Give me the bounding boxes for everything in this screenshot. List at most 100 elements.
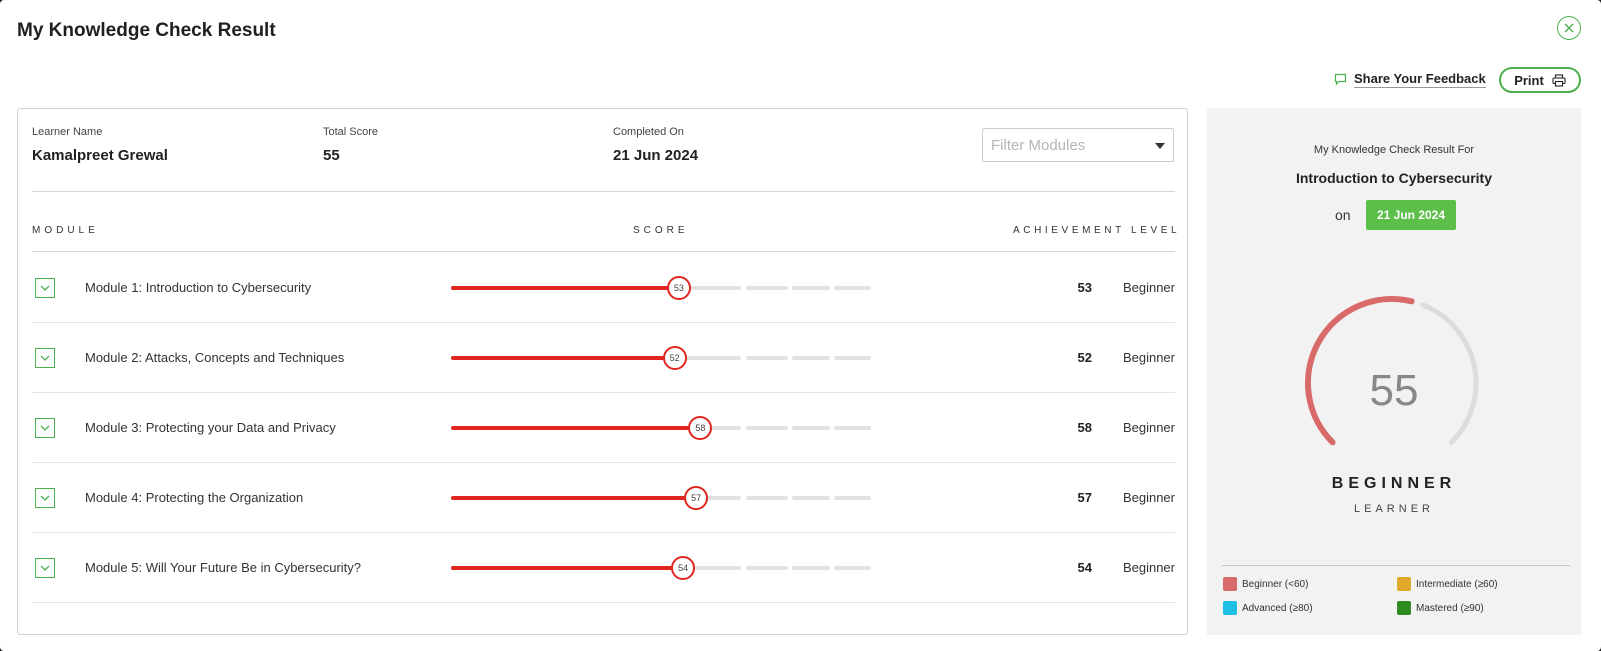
legend-swatch	[1223, 601, 1237, 615]
legend-swatch	[1397, 601, 1411, 615]
total-score-label: Total Score	[323, 126, 379, 138]
score-fill	[451, 496, 697, 500]
module-name: Module 1: Introduction to Cybersecurity	[85, 280, 312, 295]
result-dialog: My Knowledge Check Result Share Your Fee…	[0, 0, 1601, 651]
bar-segment	[792, 496, 830, 500]
divider	[32, 191, 1175, 192]
expand-button[interactable]	[35, 278, 55, 298]
score-knob: 54	[671, 556, 696, 580]
bar-segment	[834, 426, 871, 430]
score-knob: 58	[688, 416, 713, 440]
score-bar: 57	[451, 486, 881, 510]
score-bar: 58	[451, 416, 881, 440]
legend-label: Intermediate (≥60)	[1416, 578, 1498, 590]
result-caption: My Knowledge Check Result For	[1313, 144, 1475, 156]
column-header-module: MODULE	[32, 225, 99, 236]
bar-segment	[746, 426, 788, 430]
result-course-title: Introduction to Cybersecurity	[1295, 170, 1493, 186]
caret-down-icon	[1155, 143, 1165, 149]
module-name: Module 4: Protecting the Organization	[85, 490, 304, 505]
bar-segment	[792, 286, 830, 290]
module-name: Module 3: Protecting your Data and Priva…	[85, 420, 336, 435]
chevron-down-icon	[40, 565, 50, 571]
legend-item-mastered: Mastered (≥90)	[1397, 601, 1484, 615]
module-name: Module 2: Attacks, Concepts and Techniqu…	[85, 350, 345, 365]
result-date-badge: 21 Jun 2024	[1366, 200, 1456, 230]
score-fill	[451, 566, 684, 570]
module-level: Beginner	[1122, 560, 1175, 575]
achievement-level: BEGINNER	[1331, 475, 1457, 492]
module-name: Module 5: Will Your Future Be in Cyberse…	[85, 560, 362, 575]
filter-placeholder: Filter Modules	[991, 136, 1086, 154]
completed-on-label: Completed On	[613, 126, 684, 138]
bar-segment	[746, 356, 788, 360]
legend-swatch	[1223, 577, 1237, 591]
module-score: 52	[1077, 350, 1092, 365]
total-score-value: 55	[323, 147, 340, 164]
expand-button[interactable]	[35, 418, 55, 438]
module-score: 54	[1077, 560, 1092, 575]
bar-segment	[834, 566, 871, 570]
module-level: Beginner	[1122, 420, 1175, 435]
chevron-down-icon	[40, 355, 50, 361]
bar-segment	[834, 496, 871, 500]
bar-segment	[834, 286, 871, 290]
expand-button[interactable]	[35, 488, 55, 508]
column-header-achievement-level: ACHIEVEMENT LEVEL	[1013, 225, 1181, 236]
bar-segment	[746, 566, 788, 570]
score-fill	[451, 426, 701, 430]
score-knob: 52	[662, 346, 687, 370]
result-on-label: on	[1335, 207, 1351, 223]
overall-result-panel: My Knowledge Check Result For Introducti…	[1207, 108, 1581, 635]
print-button[interactable]: Print	[1499, 67, 1581, 93]
score-bar: 53	[451, 276, 881, 300]
score-bar: 52	[451, 346, 881, 370]
bar-segment	[834, 356, 871, 360]
expand-button[interactable]	[35, 348, 55, 368]
legend-item-intermediate: Intermediate (≥60)	[1397, 577, 1498, 591]
print-label: Print	[1514, 72, 1544, 88]
learner-name-label: Learner Name	[32, 126, 103, 138]
filter-modules-select[interactable]: Filter Modules	[982, 128, 1174, 162]
comment-icon	[1334, 73, 1347, 86]
legend-swatch	[1397, 577, 1411, 591]
module-score: 57	[1077, 490, 1092, 505]
chevron-down-icon	[40, 425, 50, 431]
module-row: Module 5: Will Your Future Be in Cyberse…	[32, 532, 1175, 603]
completed-on-value: 21 Jun 2024	[613, 147, 699, 164]
share-feedback-label: Share Your Feedback	[1354, 71, 1486, 88]
overall-score: 55	[1369, 366, 1419, 415]
dialog-title: My Knowledge Check Result	[17, 20, 276, 41]
bar-segment	[792, 566, 830, 570]
bar-segment	[792, 426, 830, 430]
bar-segment	[746, 496, 788, 500]
bar-segment	[746, 286, 788, 290]
achievement-sublabel: LEARNER	[1354, 503, 1434, 515]
legend-item-advanced: Advanced (≥80)	[1223, 601, 1313, 615]
module-row: Module 1: Introduction to Cybersecurity 5…	[32, 252, 1175, 323]
score-fill	[451, 356, 675, 360]
bar-segment	[792, 356, 830, 360]
module-score: 53	[1077, 280, 1092, 295]
legend-label: Advanced (≥80)	[1242, 602, 1313, 614]
score-fill	[451, 286, 679, 290]
module-level: Beginner	[1122, 350, 1175, 365]
share-feedback-link[interactable]: Share Your Feedback	[1334, 71, 1486, 88]
expand-button[interactable]	[35, 558, 55, 578]
legend-label: Beginner (<60)	[1242, 578, 1309, 590]
printer-icon	[1552, 73, 1566, 87]
learner-name-value: Kamalpreet Grewal	[32, 147, 168, 164]
close-button[interactable]	[1557, 16, 1581, 40]
module-level: Beginner	[1122, 280, 1175, 295]
module-row: Module 2: Attacks, Concepts and Techniqu…	[32, 322, 1175, 393]
module-results-panel: Learner Name Kamalpreet Grewal Total Sco…	[17, 108, 1188, 635]
score-knob: 57	[684, 486, 709, 510]
chevron-down-icon	[40, 285, 50, 291]
legend-label: Mastered (≥90)	[1416, 602, 1484, 614]
module-row: Module 4: Protecting the Organization 57 5…	[32, 462, 1175, 533]
close-icon	[1564, 23, 1574, 33]
chevron-down-icon	[40, 495, 50, 501]
module-score: 58	[1077, 420, 1092, 435]
legend-item-beginner: Beginner (<60)	[1223, 577, 1308, 591]
column-header-score: SCORE	[633, 225, 689, 236]
